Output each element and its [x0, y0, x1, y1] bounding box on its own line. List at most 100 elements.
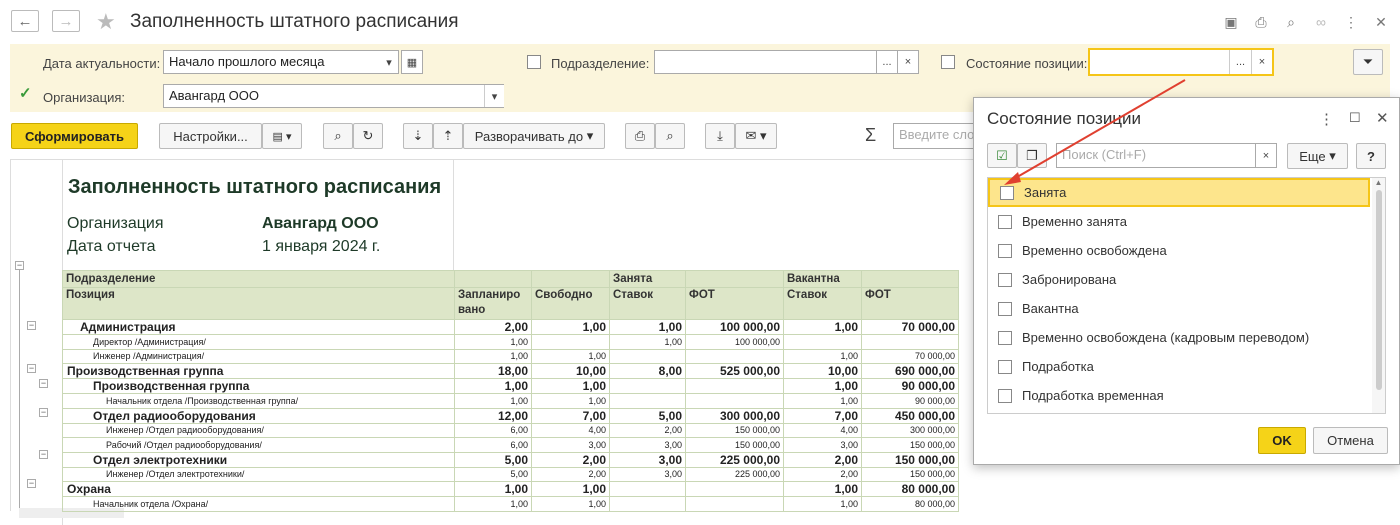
division-field[interactable] — [654, 50, 878, 74]
menu-icon[interactable]: ⋮ — [1319, 110, 1334, 128]
state-checkbox[interactable] — [941, 55, 955, 69]
column-header[interactable] — [861, 270, 959, 288]
sum-icon[interactable]: Σ — [865, 125, 876, 146]
item-label: Подработка — [1022, 359, 1094, 374]
arrow-left-icon: ← — [17, 12, 33, 30]
state-list-item[interactable]: Временно занята — [988, 207, 1370, 236]
report-title: Заполненность штатного расписания — [68, 176, 442, 198]
collapse-icon[interactable]: − — [39, 450, 48, 459]
row-value-cell: 1,00 — [783, 393, 862, 409]
column-header[interactable] — [454, 270, 532, 288]
item-checkbox[interactable] — [998, 330, 1012, 345]
column-header[interactable]: Ставок — [783, 287, 862, 320]
variant-button[interactable]: ▤ ▾ — [262, 123, 302, 149]
item-checkbox[interactable] — [998, 359, 1012, 374]
cancel-button[interactable]: Отмена — [1313, 427, 1388, 454]
division-checkbox[interactable] — [527, 55, 541, 69]
help-button[interactable]: ? — [1356, 143, 1386, 169]
state-clear-button[interactable]: × — [1251, 50, 1272, 74]
column-header[interactable]: Свободно — [531, 287, 610, 320]
item-checkbox[interactable] — [998, 243, 1012, 258]
row-value-cell: 690 000,00 — [861, 363, 959, 379]
division-more-button[interactable]: ... — [876, 50, 898, 74]
state-list-item[interactable]: Временно освобождена — [988, 236, 1370, 265]
print-icon[interactable]: ⎙ — [625, 123, 655, 149]
item-label: Временно освобождена (кадровым переводом… — [1022, 330, 1310, 345]
expand-button[interactable]: Разворачивать до ▾ — [463, 123, 605, 149]
row-value-cell: 90 000,00 — [861, 393, 959, 409]
scroll-thumb[interactable] — [1375, 190, 1382, 390]
state-list-item[interactable]: Временно освобождена (кадровым переводом… — [988, 323, 1370, 352]
column-header[interactable]: Позиция — [62, 287, 455, 320]
state-list-item[interactable]: Подработка — [988, 352, 1370, 381]
item-checkbox[interactable] — [998, 214, 1012, 229]
collapse-icon[interactable]: − — [39, 379, 48, 388]
collapse-icon[interactable]: − — [27, 479, 36, 488]
column-header[interactable]: ФОТ — [861, 287, 959, 320]
sort-up-icon[interactable]: ⇡ — [433, 123, 463, 149]
row-value-cell: 2,00 — [783, 451, 862, 468]
search-clear-icon[interactable]: × — [1255, 143, 1277, 168]
scroll-up-icon[interactable]: ▲ — [1372, 178, 1385, 187]
search-input[interactable]: Введите сло — [893, 123, 983, 149]
column-header[interactable]: Занята — [609, 270, 686, 288]
filter-icon[interactable]: ⏷ — [1353, 49, 1383, 75]
item-checkbox[interactable] — [998, 301, 1012, 316]
state-list-item[interactable]: Забронирована — [988, 265, 1370, 294]
ok-button[interactable]: OK — [1258, 427, 1306, 454]
back-button[interactable]: ← — [11, 10, 39, 32]
preview-icon[interactable]: ⌕ — [1281, 12, 1301, 32]
star-icon[interactable]: ★ — [96, 9, 116, 35]
print-icon[interactable]: ⎙ — [1251, 12, 1271, 32]
preview-icon[interactable]: ⌕ — [655, 123, 685, 149]
forward-button[interactable]: → — [52, 10, 80, 32]
column-header[interactable]: Ставок — [609, 287, 686, 320]
sort-down-icon[interactable]: ⇣ — [403, 123, 433, 149]
column-header[interactable]: ФОТ — [685, 287, 784, 320]
date-field[interactable]: Начало прошлого месяца — [163, 50, 399, 74]
collapse-icon[interactable]: − — [27, 364, 36, 373]
row-value-cell: 1,00 — [783, 481, 862, 497]
state-more-button[interactable]: ... — [1229, 50, 1251, 74]
item-checkbox[interactable] — [998, 272, 1012, 287]
chevron-down-icon[interactable]: ▾ — [484, 85, 504, 107]
maximize-icon[interactable]: ☐ — [1349, 110, 1361, 126]
org-field[interactable]: Авангард ООО — [163, 84, 504, 108]
state-list-item[interactable]: Вакантна — [988, 294, 1370, 323]
close-icon[interactable]: ✕ — [1371, 12, 1391, 32]
column-header[interactable]: Подразделение — [62, 270, 455, 288]
download-icon[interactable]: ⤓ — [705, 123, 735, 149]
org-checkbox[interactable]: ✓ — [19, 86, 33, 102]
calendar-icon[interactable]: ▦ — [401, 50, 423, 74]
search-icon[interactable]: ⌕ — [323, 123, 353, 149]
row-value-cell: 3,00 — [609, 451, 686, 468]
item-checkbox[interactable] — [998, 388, 1012, 403]
save-icon[interactable]: ▣ — [1221, 12, 1241, 32]
column-header[interactable] — [685, 270, 784, 288]
collapse-icon[interactable]: − — [39, 408, 48, 417]
row-name-cell: Директор /Администрация/ — [62, 334, 455, 350]
row-value-cell — [609, 348, 686, 364]
column-header[interactable] — [531, 270, 610, 288]
division-clear-button[interactable]: × — [897, 50, 919, 74]
collapse-icon[interactable]: − — [27, 321, 36, 330]
state-list-item[interactable]: Подработка временная — [988, 381, 1370, 410]
collapse-icon[interactable]: − — [15, 261, 24, 270]
menu-icon[interactable]: ⋮ — [1341, 12, 1361, 32]
column-header[interactable]: Вакантна — [783, 270, 862, 288]
mail-icon[interactable]: ✉ ▾ — [735, 123, 777, 149]
generate-button[interactable]: Сформировать — [11, 123, 138, 149]
search-next-icon[interactable]: ↻ — [353, 123, 383, 149]
row-value-cell: 1,00 — [531, 378, 610, 394]
close-icon[interactable]: ✕ — [1376, 109, 1389, 127]
chevron-down-icon[interactable]: ▾ — [380, 50, 399, 74]
column-header[interactable]: Запланиро вано — [454, 287, 532, 320]
link-icon[interactable]: ∞ — [1311, 12, 1331, 32]
row-value-cell: 150 000,00 — [861, 451, 959, 468]
org-value: Авангард ООО — [262, 215, 379, 232]
settings-button[interactable]: Настройки... — [159, 123, 262, 149]
row-value-cell: 7,00 — [531, 407, 610, 424]
more-button[interactable]: Еще ▾ — [1287, 143, 1348, 169]
row-value-cell: 1,00 — [531, 348, 610, 364]
v-scrollbar[interactable]: ▲ — [1372, 178, 1385, 413]
